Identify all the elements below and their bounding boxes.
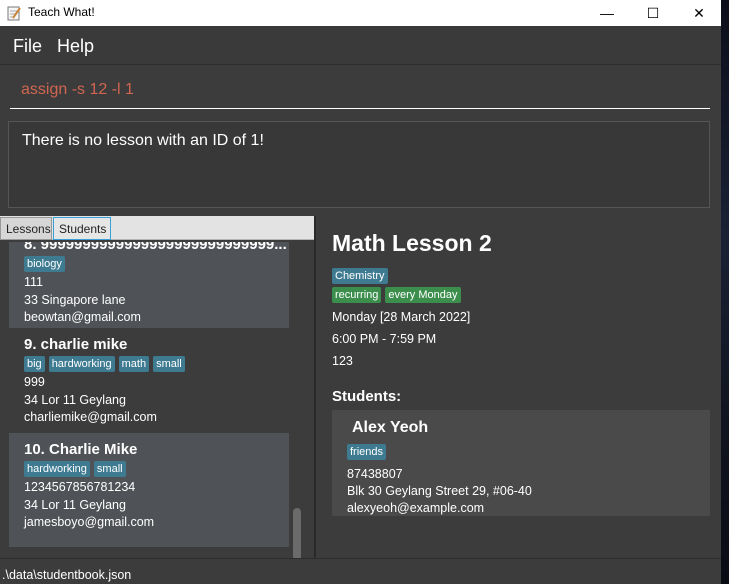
result-display: There is no lesson with an ID of 1! (8, 121, 710, 208)
lesson-date: Monday [28 March 2022] (332, 310, 471, 324)
minimize-icon: — (600, 5, 614, 21)
command-input[interactable] (10, 71, 710, 109)
student-email: alexyeoh@example.com (347, 501, 485, 515)
window-title: Teach What! (28, 5, 95, 19)
student-list[interactable]: 8. 9999999999999999999999999999... biolo… (9, 242, 289, 547)
tag: small (93, 461, 126, 477)
notepad-icon (7, 6, 21, 21)
list-panel: Lessons Students 8. 99999999999999999999… (0, 216, 314, 561)
student-phone: 1234567856781234 (24, 480, 136, 494)
scrollbar-thumb[interactable] (293, 508, 301, 561)
desktop-background (721, 0, 729, 584)
lesson-details-panel: Math Lesson 2 Chemistry recurring every … (316, 216, 721, 558)
student-address: 34 Lor 11 Geylang (24, 392, 126, 407)
student-address: 34 Lor 11 Geylang (24, 497, 126, 512)
result-area: There is no lesson with an ID of 1! (0, 114, 721, 214)
tag: math (118, 356, 150, 372)
maximize-icon: ☐ (646, 4, 660, 21)
student-email: charliemike@gmail.com (24, 410, 157, 424)
student-name: 9. charlie mike (24, 336, 128, 353)
students-heading: Students: (332, 388, 402, 405)
student-name: Alex Yeoh (352, 419, 429, 436)
menu-bar: File Help (0, 26, 721, 64)
tag: hardworking (24, 461, 90, 477)
lesson-frequency-tag: every Monday (385, 287, 461, 303)
list-item[interactable]: 8. 9999999999999999999999999999... biolo… (9, 242, 289, 328)
student-address: 33 Singapore lane (24, 292, 126, 307)
tab-bar: Lessons Students (0, 216, 314, 240)
maximize-button[interactable]: ☐ (630, 0, 676, 26)
title-bar: Teach What! — ☐ ✕ (0, 0, 721, 26)
tag: big (24, 356, 45, 372)
close-button[interactable]: ✕ (676, 0, 722, 26)
minimize-button[interactable]: — (584, 0, 630, 26)
student-name: 10. Charlie Mike (24, 441, 138, 458)
menu-help[interactable]: Help (57, 36, 94, 57)
lesson-rate: 123 (332, 354, 353, 368)
list-item[interactable]: 10. Charlie Mike hardworking small 12345… (9, 433, 289, 547)
status-bar: .\data\studentbook.json (0, 558, 721, 584)
tag: biology (24, 256, 65, 272)
student-email: beowtan@gmail.com (24, 310, 141, 324)
student-name: 8. 9999999999999999999999999999... (24, 242, 287, 253)
app-window: File Help There is no lesson with an ID … (0, 26, 721, 584)
enrolled-student-card[interactable]: Alex Yeoh friends 87438807 Blk 30 Geylan… (332, 410, 710, 516)
student-phone: 111 (24, 275, 44, 289)
close-icon: ✕ (693, 4, 705, 21)
student-phone: 87438807 (347, 467, 403, 481)
subject-tag: Chemistry (332, 268, 388, 284)
menu-file[interactable]: File (13, 36, 42, 57)
tab-students[interactable]: Students (53, 217, 111, 240)
tab-lessons[interactable]: Lessons (0, 217, 52, 240)
tag: hardworking (48, 356, 115, 372)
lesson-time: 6:00 PM - 7:59 PM (332, 332, 437, 346)
student-email: jamesboyo@gmail.com (24, 515, 155, 529)
tag: small (153, 356, 185, 372)
student-address: Blk 30 Geylang Street 29, #06-40 (347, 484, 532, 498)
save-file-path: .\data\studentbook.json (2, 568, 132, 582)
list-item[interactable]: 9. charlie mike big hardworking math sma… (9, 328, 289, 433)
list-scrollbar[interactable] (291, 242, 303, 561)
tag: friends (347, 444, 387, 460)
lesson-type-tag: recurring (332, 287, 382, 303)
lesson-title: Math Lesson 2 (332, 230, 492, 256)
command-area (0, 64, 721, 114)
student-phone: 999 (24, 375, 45, 389)
